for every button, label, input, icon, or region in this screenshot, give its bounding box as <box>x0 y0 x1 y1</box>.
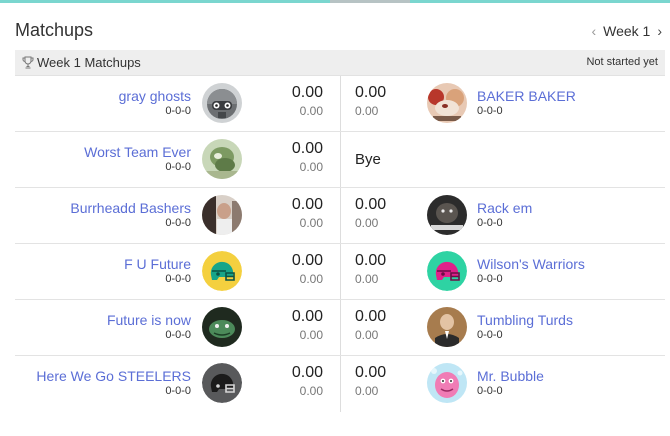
home-team-record: 0-0-0 <box>165 329 191 341</box>
chevron-right-icon[interactable]: › <box>657 24 662 38</box>
home-score: 0.00 <box>291 84 323 101</box>
week-matchups-header: Week 1 Matchups Not started yet <box>15 50 665 76</box>
home-projected: 0.00 <box>299 384 323 398</box>
page-title: Matchups <box>15 20 94 40</box>
photo-avatar <box>202 307 242 347</box>
home-team-record: 0-0-0 <box>165 217 191 229</box>
away-team-avatar[interactable] <box>427 251 467 291</box>
home-team-name[interactable]: Worst Team Ever <box>84 144 191 160</box>
home-score: 0.00 <box>291 308 323 325</box>
away-projected: 0.00 <box>355 328 379 342</box>
home-team-name[interactable]: F U Future <box>124 256 191 272</box>
photo-avatar <box>202 195 242 235</box>
away-team-name[interactable]: Rack em <box>477 200 532 216</box>
away-team-record: 0-0-0 <box>477 105 503 117</box>
week-label: Week 1 <box>603 23 651 39</box>
away-team-record: 0-0-0 <box>477 273 503 285</box>
helmet-icon <box>427 251 467 291</box>
home-projected: 0.00 <box>299 104 323 118</box>
away-team-avatar[interactable] <box>427 83 467 123</box>
home-team-avatar[interactable] <box>202 83 242 123</box>
helmet-icon <box>202 363 242 403</box>
home-team-avatar[interactable] <box>202 139 242 179</box>
top-accent-bar <box>0 0 670 3</box>
chevron-left-icon[interactable]: ‹ <box>591 24 596 38</box>
away-team-name[interactable]: BAKER BAKER <box>477 88 576 104</box>
matchup-row: Here We Go STEELERS 0-0-0 0.00 0.00 0.00… <box>15 356 665 412</box>
away-team-name[interactable]: Mr. Bubble <box>477 368 544 384</box>
matchup-row: gray ghosts 0-0-0 0.00 0.00 0.00 0.00 BA… <box>15 76 665 132</box>
away-projected: 0.00 <box>355 104 379 118</box>
home-team-avatar[interactable] <box>202 195 242 235</box>
home-projected: 0.00 <box>299 160 323 174</box>
home-team-avatar[interactable] <box>202 307 242 347</box>
matchup-row: Worst Team Ever 0-0-0 0.00 0.00 Bye <box>15 132 665 188</box>
home-projected: 0.00 <box>299 272 323 286</box>
trophy-icon <box>22 56 34 69</box>
home-score: 0.00 <box>291 140 323 157</box>
away-projected: 0.00 <box>355 384 379 398</box>
home-team-avatar[interactable] <box>202 363 242 403</box>
helmet-icon <box>202 251 242 291</box>
away-team-name[interactable]: Wilson's Warriors <box>477 256 585 272</box>
home-projected: 0.00 <box>299 216 323 230</box>
matchup-row: Future is now 0-0-0 0.00 0.00 0.00 0.00 … <box>15 300 665 356</box>
home-projected: 0.00 <box>299 328 323 342</box>
photo-avatar <box>427 83 467 123</box>
photo-avatar <box>427 195 467 235</box>
matchups-list: gray ghosts 0-0-0 0.00 0.00 0.00 0.00 BA… <box>15 76 665 412</box>
away-score: 0.00 <box>355 196 387 213</box>
away-projected: 0.00 <box>355 216 379 230</box>
away-team-avatar[interactable] <box>427 363 467 403</box>
away-score: 0.00 <box>355 84 387 101</box>
robot-avatar <box>202 83 242 123</box>
away-team-name[interactable]: Tumbling Turds <box>477 312 573 328</box>
matchup-row: Burrheadd Bashers 0-0-0 0.00 0.00 0.00 0… <box>15 188 665 244</box>
home-team-name[interactable]: gray ghosts <box>119 88 191 104</box>
matchup-row: F U Future 0-0-0 0.00 0.00 0.00 0.00 Wil… <box>15 244 665 300</box>
home-team-name[interactable]: Here We Go STEELERS <box>36 368 191 384</box>
home-score: 0.00 <box>291 364 323 381</box>
away-team-record: 0-0-0 <box>477 329 503 341</box>
home-team-name[interactable]: Future is now <box>107 312 191 328</box>
week-matchups-title: Week 1 Matchups <box>37 55 141 70</box>
photo-avatar <box>427 363 467 403</box>
bye-label: Bye <box>355 151 381 168</box>
home-team-name[interactable]: Burrheadd Bashers <box>70 200 191 216</box>
home-team-record: 0-0-0 <box>165 385 191 397</box>
home-team-record: 0-0-0 <box>165 105 191 117</box>
week-navigator: ‹ Week 1 › <box>591 23 662 39</box>
away-team-avatar[interactable] <box>427 307 467 347</box>
away-score: 0.00 <box>355 364 387 381</box>
home-team-record: 0-0-0 <box>165 273 191 285</box>
home-team-record: 0-0-0 <box>165 161 191 173</box>
away-score: 0.00 <box>355 308 387 325</box>
photo-avatar <box>427 307 467 347</box>
away-team-record: 0-0-0 <box>477 385 503 397</box>
away-score: 0.00 <box>355 252 387 269</box>
away-team-record: 0-0-0 <box>477 217 503 229</box>
home-score: 0.00 <box>291 196 323 213</box>
away-team-avatar[interactable] <box>427 195 467 235</box>
home-score: 0.00 <box>291 252 323 269</box>
home-team-avatar[interactable] <box>202 251 242 291</box>
photo-avatar <box>202 139 242 179</box>
status-text: Not started yet <box>586 56 658 68</box>
away-projected: 0.00 <box>355 272 379 286</box>
